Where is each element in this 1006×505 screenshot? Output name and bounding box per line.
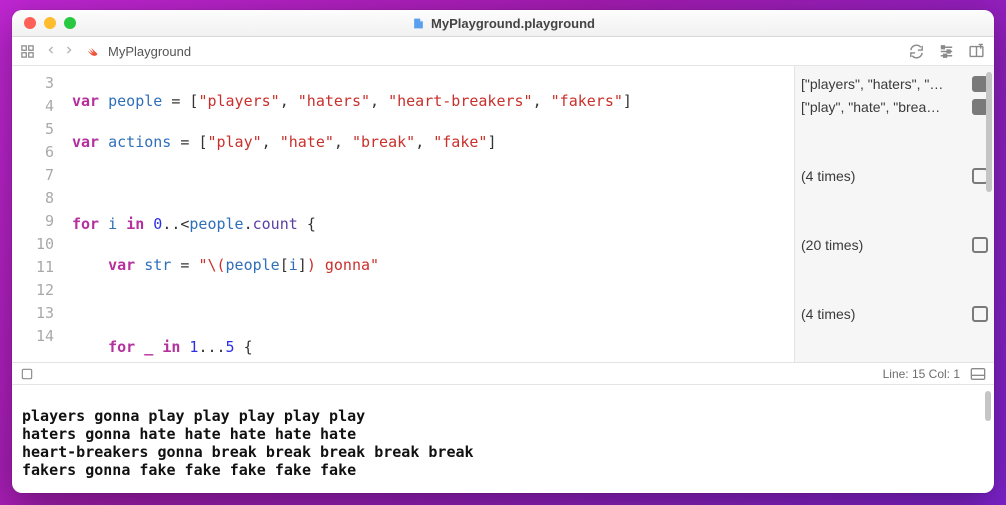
line-number: 8 (12, 187, 54, 210)
quick-look-icon[interactable] (972, 237, 988, 253)
line-number: 14 (12, 325, 54, 348)
scrollbar-thumb[interactable] (985, 391, 991, 421)
console-status-bar: Line: 15 Col: 1 (12, 363, 994, 385)
scrollbar-thumb[interactable] (986, 72, 992, 192)
result-value[interactable]: ["play", "hate", "brea… (801, 99, 966, 115)
source-editor: 3 4 5 6 7 8 9 10 11 12 13 14 var people … (12, 66, 994, 363)
line-number: 9 (12, 210, 54, 233)
jump-bar: MyPlayground (12, 37, 994, 66)
console-line: heart-breakers gonna break break break b… (22, 443, 474, 461)
result-value[interactable]: ["players", "haters", "… (801, 76, 966, 92)
line-number: 13 (12, 302, 54, 325)
result-value[interactable]: (4 times) (801, 306, 966, 322)
related-items-icon[interactable] (20, 44, 35, 59)
window-controls (12, 17, 76, 29)
line-number: 3 (12, 72, 54, 95)
line-number: 11 (12, 256, 54, 279)
nav-forward-button[interactable] (61, 44, 77, 59)
minimize-window-button[interactable] (44, 17, 56, 29)
code-text-area[interactable]: var people = ["players", "haters", "hear… (64, 66, 794, 362)
line-number: 4 (12, 95, 54, 118)
window-title: MyPlayground.playground (12, 16, 994, 31)
swift-file-icon (85, 44, 100, 59)
result-value[interactable]: (4 times) (801, 168, 966, 184)
adjust-editor-options-icon[interactable] (936, 43, 956, 60)
line-number: 5 (12, 118, 54, 141)
debug-console[interactable]: players gonna play play play play play h… (12, 385, 994, 493)
playground-file-icon (411, 16, 425, 30)
refresh-icon[interactable] (906, 43, 926, 60)
window-title-text: MyPlayground.playground (431, 16, 595, 31)
titlebar[interactable]: MyPlayground.playground (12, 10, 994, 37)
zoom-window-button[interactable] (64, 17, 76, 29)
add-editor-icon[interactable] (966, 43, 986, 60)
console-line: fakers gonna fake fake fake fake fake (22, 461, 356, 479)
line-number: 12 (12, 279, 54, 302)
editor-main: 3 4 5 6 7 8 9 10 11 12 13 14 var people … (12, 66, 994, 493)
console-line: players gonna play play play play play (22, 407, 365, 425)
xcode-playground-window: MyPlayground.playground MyPlayground (12, 10, 994, 493)
line-number: 7 (12, 164, 54, 187)
line-number: 6 (12, 141, 54, 164)
line-number: 10 (12, 233, 54, 256)
results-sidebar: ["players", "haters", "… ["play", "hate"… (794, 66, 994, 362)
close-window-button[interactable] (24, 17, 36, 29)
nav-back-button[interactable] (43, 44, 59, 59)
line-number-gutter: 3 4 5 6 7 8 9 10 11 12 13 14 (12, 66, 64, 362)
cursor-position: Line: 15 Col: 1 (883, 367, 960, 381)
quick-look-icon[interactable] (972, 306, 988, 322)
toggle-debug-area-icon[interactable] (970, 367, 986, 381)
execute-playground-icon[interactable] (20, 367, 34, 381)
breadcrumb-item[interactable]: MyPlayground (108, 44, 191, 59)
console-line: haters gonna hate hate hate hate hate (22, 425, 356, 443)
result-value[interactable]: (20 times) (801, 237, 966, 253)
